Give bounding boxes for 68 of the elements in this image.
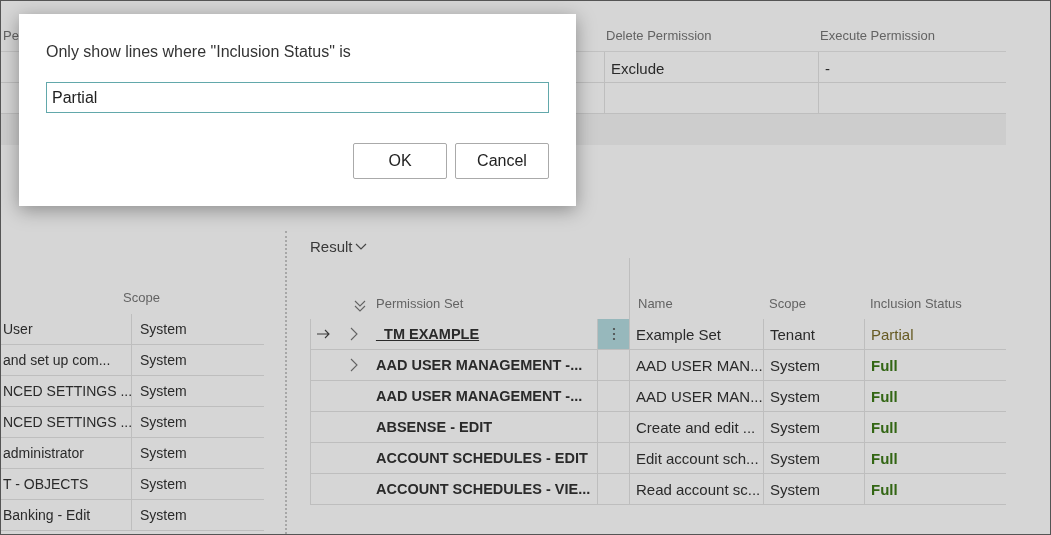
status-text: Full <box>864 412 1006 443</box>
permission-set-link[interactable]: ABSENSE - EDIT <box>370 412 597 443</box>
table-cell: T - OBJECTS <box>1 469 131 500</box>
permission-set-link[interactable]: AAD USER MANAGEMENT -... <box>370 350 597 381</box>
column-header: Permission Set <box>375 295 465 313</box>
table-cell <box>597 443 629 474</box>
table-cell: Edit account sch... <box>629 443 763 474</box>
row-selector[interactable] <box>310 443 337 474</box>
table-cell: Create and edit ... <box>629 412 763 443</box>
filter-input[interactable]: Partial <box>46 82 549 113</box>
status-text: Full <box>864 443 1006 474</box>
table-cell: and set up com... <box>1 345 131 376</box>
column-header: Inclusion Status <box>869 295 963 313</box>
table-cell: System <box>131 469 264 500</box>
row-selector[interactable] <box>310 381 337 412</box>
table-cell: administrator <box>1 438 131 469</box>
table-cell: System <box>763 350 864 381</box>
table-cell: Exclude <box>604 52 818 83</box>
row-selector[interactable] <box>310 350 337 381</box>
table-cell: System <box>763 412 864 443</box>
table-cell: System <box>131 376 264 407</box>
table-cell: System <box>131 438 264 469</box>
cancel-button[interactable]: Cancel <box>455 143 549 179</box>
table-cell <box>597 474 629 505</box>
table-cell: User <box>1 314 131 345</box>
table-cell: Read account sc... <box>629 474 763 505</box>
table-cell: NCED SETTINGS ... <box>1 407 131 438</box>
row-selector[interactable] <box>310 319 337 350</box>
table-cell: AAD USER MAN... <box>629 350 763 381</box>
arrow-right-icon <box>317 329 331 339</box>
table-cell <box>597 381 629 412</box>
chevron-right-icon <box>349 358 358 372</box>
row-selector[interactable] <box>310 474 337 505</box>
status-text: Full <box>864 350 1006 381</box>
table-cell: - <box>818 52 1006 83</box>
column-header: Execute Permission <box>818 21 1006 52</box>
status-text: Full <box>864 474 1006 505</box>
table-cell: System <box>131 407 264 438</box>
table-cell: System <box>131 500 264 531</box>
column-header: Name <box>629 258 763 319</box>
collapse-all-icon[interactable] <box>353 299 367 313</box>
vertical-dots-icon <box>611 327 616 341</box>
table-cell <box>597 350 629 381</box>
row-selector[interactable] <box>310 412 337 443</box>
table-cell: AAD USER MAN... <box>629 381 763 412</box>
chevron-down-icon <box>354 242 367 251</box>
table-cell <box>597 412 629 443</box>
status-text: Partial <box>864 319 1006 350</box>
table-cell: Example Set <box>629 319 763 350</box>
status-text: Full <box>864 381 1006 412</box>
permission-set-link[interactable]: ACCOUNT SCHEDULES - EDIT <box>370 443 597 474</box>
table-cell: System <box>763 474 864 505</box>
table-cell: System <box>763 381 864 412</box>
table-cell: Banking - Edit <box>1 500 131 531</box>
table-cell: System <box>131 314 264 345</box>
table-cell: System <box>131 345 264 376</box>
table-cell: NCED SETTINGS ... <box>1 376 131 407</box>
result-menu[interactable]: Result <box>310 235 367 258</box>
column-header: Scope <box>123 290 161 307</box>
permission-set-link[interactable]: ACCOUNT SCHEDULES - VIE... <box>370 474 597 505</box>
more-options-button[interactable] <box>597 319 629 350</box>
permission-set-link[interactable]: AAD USER MANAGEMENT -... <box>370 381 597 412</box>
table-cell: Tenant <box>763 319 864 350</box>
column-header: Scope <box>768 295 807 313</box>
ok-button[interactable]: OK <box>353 143 447 179</box>
table-cell: System <box>763 443 864 474</box>
column-header: Delete Permission <box>604 21 818 52</box>
chevron-right-icon <box>349 327 358 341</box>
